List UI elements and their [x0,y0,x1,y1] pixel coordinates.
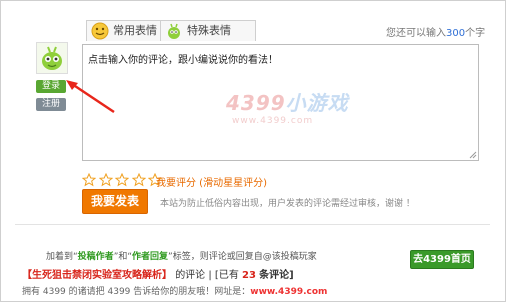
comment-count: 23 [242,270,256,281]
note-pre: 加着到“ [46,252,78,262]
divider [15,224,490,225]
rating-label: 我要评分 (滑动星星评分) [156,178,267,189]
resize-handle-icon[interactable] [469,151,477,159]
char-counter: 您还可以输入300个字 [386,24,485,39]
red-arrow-icon [66,80,115,114]
star-icon[interactable] [131,173,146,187]
star-icon[interactable] [82,173,96,187]
watermark-number: 4399 [226,91,286,115]
green-mascot-icon [168,23,180,39]
note-mid: ”和“ [113,252,133,262]
note-post: ”标签，则评论或回复自@该投稿玩家 [168,252,317,262]
watermark-url: www.4399.com [232,116,314,126]
article-comment-info: 【生死狙击禁闭实验室攻略解析】 的评论 | [已有 23 条评论] [22,266,294,281]
share-text: 拥有 4399 的诸请把 4399 告诉给你的朋友哦！网址是： [22,287,251,297]
user-avatar [36,42,68,74]
moderation-notice: 本站为防止低俗内容出现，用户发表的评论需经过审核，谢谢 ！ [160,199,415,209]
share-note: 拥有 4399 的诸请把 4399 告诉给你的朋友哦！网址是：www.4399.… [22,284,327,297]
comment-count-suffix: 条评论] [259,270,294,281]
author-tag-note: 加着到“投稿作者”和“作者回复”标签，则评论或回复自@该投稿玩家 [46,249,317,262]
tab-special-label: 特殊表情 [187,24,231,37]
tag-author-reply: 作者回复 [132,252,169,262]
tab-special-emoticons[interactable]: 特殊表情 [160,20,256,41]
mascot-avatar-icon [42,46,62,70]
counter-prefix: 您还可以输入 [386,28,446,39]
comment-input[interactable]: 点击输入你的评论，跟小编说说你的看法！ 4399小游戏 www.4399.com [82,44,479,161]
watermark-text: 小游戏 [285,91,349,115]
star-icon[interactable] [115,173,129,187]
tag-submitter: 投稿作者 [77,252,114,262]
comment-text: 的评论 | [已有 [175,270,239,281]
rating-stars[interactable] [82,173,162,187]
article-title-link[interactable]: 【生死狙击禁闭实验室攻略解析】 [22,270,172,281]
counter-suffix: 个字 [465,28,486,39]
submit-comment-button[interactable]: 我要发表 [82,189,148,214]
go-home-button[interactable]: 去4399首页 [410,250,474,269]
smiley-face-icon [91,22,109,40]
counter-value: 300 [446,28,466,39]
site-url[interactable]: www.4399.com [250,287,327,297]
star-icon[interactable] [98,173,113,187]
tab-common-label: 常用表情 [113,24,157,37]
brand-watermark: 4399小游戏 www.4399.com [226,87,349,126]
comment-placeholder: 点击输入你的评论，跟小编说说你的看法！ [88,55,278,66]
